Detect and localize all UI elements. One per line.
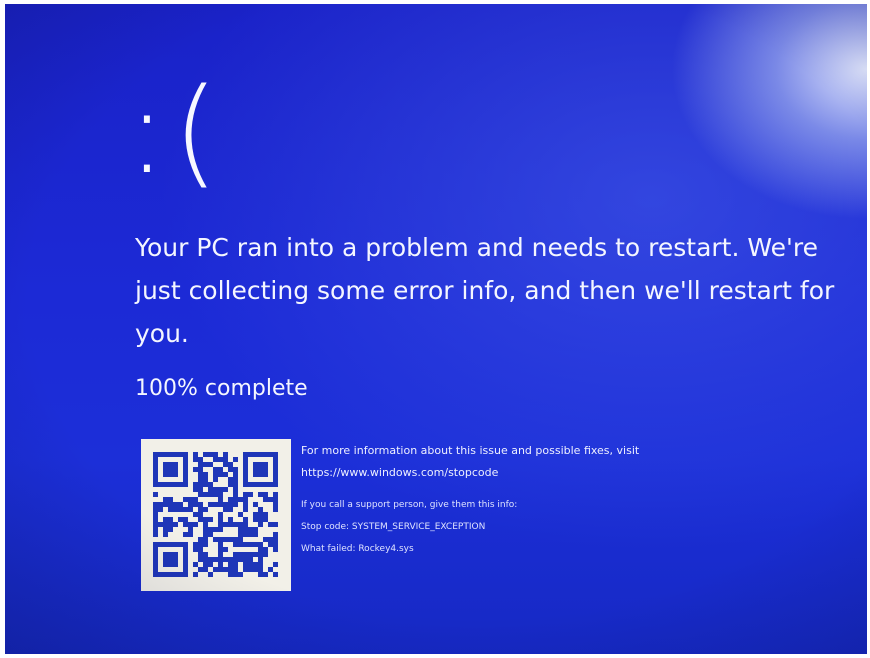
what-failed: What failed: Rockey4.sys [301, 544, 414, 554]
support-prompt: If you call a support person, give them … [301, 500, 518, 510]
info-panel: For more information about this issue an… [301, 440, 821, 560]
sad-face-emoticon: :( [127, 62, 225, 200]
qr-code-icon [141, 439, 291, 591]
more-info-text: For more information about this issue an… [301, 444, 640, 457]
error-message: Your PC ran into a problem and needs to … [135, 233, 835, 348]
stop-code: Stop code: SYSTEM_SERVICE_EXCEPTION [301, 522, 486, 532]
bsod-screen: :( Your PC ran into a problem and needs … [5, 4, 867, 654]
stopcode-url: https://www.windows.com/stopcode [301, 466, 499, 479]
progress-text: 100% complete [135, 376, 308, 401]
